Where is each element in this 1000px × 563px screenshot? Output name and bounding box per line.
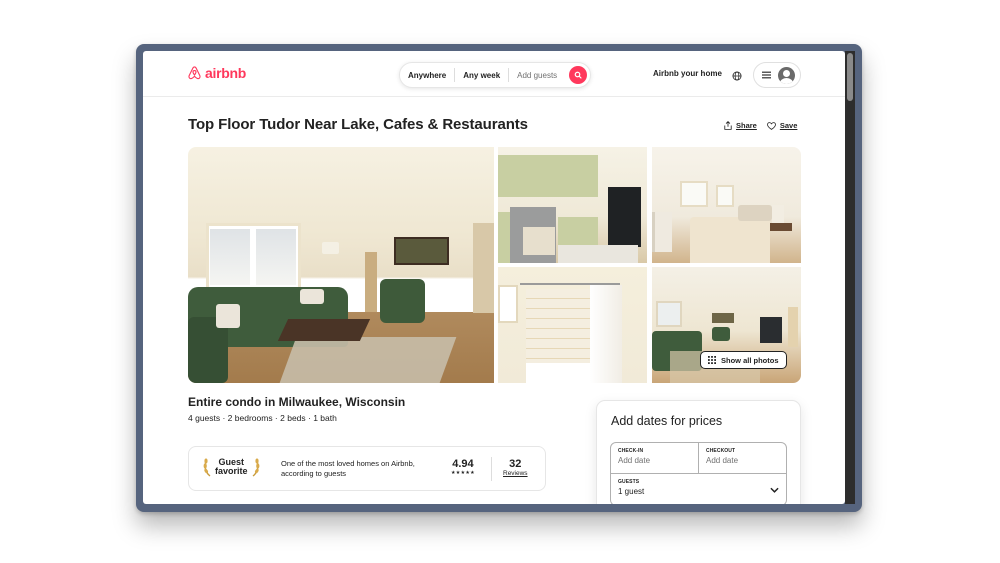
date-guest-picker: CHECK-IN Add date CHECKOUT Add date GUES… (610, 442, 787, 504)
search-bar[interactable]: Anywhere Any week Add guests (399, 62, 591, 88)
listing-subtitle: Entire condo in Milwaukee, Wisconsin (188, 395, 406, 409)
guest-favorite-card[interactable]: Guest favorite One of the most loved hom… (188, 446, 546, 491)
rating-value: 4.94 (452, 458, 474, 470)
guest-favorite-description: One of the most loved homes on Airbnb, a… (281, 459, 415, 478)
checkin-value: Add date (618, 456, 651, 465)
search-guests[interactable]: Add guests (509, 71, 565, 80)
reviews-link[interactable]: 32 Reviews (503, 458, 528, 477)
checkin-field[interactable]: CHECK-IN Add date (611, 443, 699, 474)
checkin-label: CHECK-IN (618, 448, 644, 454)
booking-title: Add dates for prices (611, 414, 723, 428)
star-rating-icon: ★★★★★ (451, 470, 475, 476)
chevron-down-icon (770, 487, 779, 493)
guests-select[interactable]: GUESTS 1 guest (611, 474, 786, 504)
badge-line2: favorite (215, 466, 248, 476)
search-dates[interactable]: Any week (455, 71, 508, 80)
rating: 4.94 ★★★★★ (451, 458, 475, 476)
photo-kitchen[interactable] (498, 147, 647, 263)
laurel-right-icon (252, 458, 259, 477)
hamburger-menu-icon (762, 71, 771, 79)
listing-specs: 4 guests · 2 bedrooms · 2 beds · 1 bath (188, 413, 337, 423)
reviews-label: Reviews (503, 470, 528, 477)
search-location[interactable]: Anywhere (400, 71, 454, 80)
search-icon (574, 71, 582, 79)
guest-favorite-title: Guest favorite (215, 458, 248, 476)
show-all-photos-button[interactable]: Show all photos (700, 351, 787, 369)
user-menu-button[interactable] (753, 62, 801, 88)
guests-label: GUESTS (618, 479, 640, 485)
photo-gallery: Show all photos (188, 147, 801, 383)
share-label: Share (736, 121, 757, 130)
globe-icon (732, 71, 742, 81)
grid-icon (708, 356, 716, 364)
scrollbar[interactable] (845, 51, 855, 504)
save-label: Save (779, 121, 798, 130)
guest-favorite-badge: Guest favorite (203, 457, 260, 477)
top-nav: airbnb Anywhere Any week Add guests Airb… (143, 51, 845, 97)
language-button[interactable] (732, 68, 742, 86)
heart-icon (767, 121, 776, 130)
show-all-photos-label: Show all photos (721, 355, 779, 365)
listing-actions: Share Save (724, 121, 797, 130)
checkout-value: Add date (706, 456, 739, 465)
user-avatar-icon (778, 66, 795, 84)
checkout-label: CHECKOUT (706, 448, 736, 454)
save-button[interactable]: Save (767, 121, 798, 130)
share-button[interactable]: Share (724, 121, 757, 130)
booking-card: Add dates for prices CHECK-IN Add date C… (596, 400, 801, 504)
listing-title: Top Floor Tudor Near Lake, Cafes & Resta… (188, 116, 528, 133)
page-viewport: airbnb Anywhere Any week Add guests Airb… (143, 51, 845, 504)
search-button[interactable] (569, 66, 587, 84)
divider (491, 457, 492, 481)
browser-window: airbnb Anywhere Any week Add guests Airb… (136, 44, 862, 512)
photo-main-living-room[interactable] (188, 147, 494, 383)
airbnb-logo-icon (188, 66, 201, 80)
host-link[interactable]: Airbnb your home (653, 69, 722, 78)
laurel-left-icon (203, 458, 211, 477)
photo-bathroom[interactable] (498, 267, 647, 383)
photo-bedroom[interactable] (652, 147, 801, 263)
reviews-count: 32 (509, 458, 522, 470)
guests-value: 1 guest (618, 487, 645, 496)
share-icon (724, 121, 732, 130)
brand-logo[interactable]: airbnb (187, 65, 246, 81)
scrollbar-thumb[interactable] (847, 53, 853, 101)
checkout-field[interactable]: CHECKOUT Add date (699, 443, 786, 474)
brand-name: airbnb (205, 65, 246, 81)
